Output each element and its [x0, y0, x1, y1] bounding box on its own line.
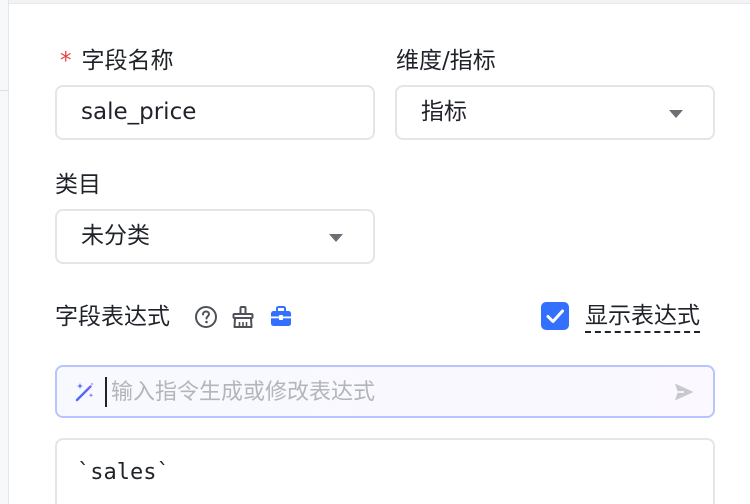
chevron-down-icon	[329, 234, 343, 242]
field-name-label: * 字段名称	[60, 47, 174, 75]
required-mark: *	[60, 48, 72, 74]
expression-label: 字段表达式	[55, 304, 170, 330]
top-divider	[9, 0, 750, 4]
checkmark-icon	[546, 309, 564, 323]
send-icon[interactable]	[672, 380, 696, 404]
field-name-label-text: 字段名称	[81, 48, 174, 74]
category-select[interactable]: 未分类	[55, 209, 375, 264]
field-name-input[interactable]: sale_price	[55, 85, 375, 140]
show-expression-label[interactable]: 显示表达式	[585, 302, 700, 333]
ai-prompt-box	[55, 365, 715, 418]
expression-editor[interactable]: `sales`	[55, 438, 715, 504]
chevron-down-icon	[669, 110, 683, 118]
panel-divider	[0, 90, 9, 91]
left-panel-edge	[0, 0, 9, 504]
magic-wand-icon	[75, 382, 94, 402]
expression-code: `sales`	[77, 460, 170, 485]
dimension-metric-select[interactable]: 指标	[395, 85, 715, 140]
ai-prompt-input[interactable]	[105, 377, 645, 407]
toolbox-icon[interactable]	[268, 304, 294, 330]
category-value: 未分类	[81, 223, 150, 249]
dimension-metric-label: 维度/指标	[396, 48, 496, 74]
broom-icon[interactable]	[230, 304, 256, 330]
dimension-metric-value: 指标	[421, 99, 467, 125]
category-label: 类目	[55, 172, 101, 198]
help-icon[interactable]	[194, 305, 218, 329]
show-expression-checkbox[interactable]	[541, 302, 569, 330]
